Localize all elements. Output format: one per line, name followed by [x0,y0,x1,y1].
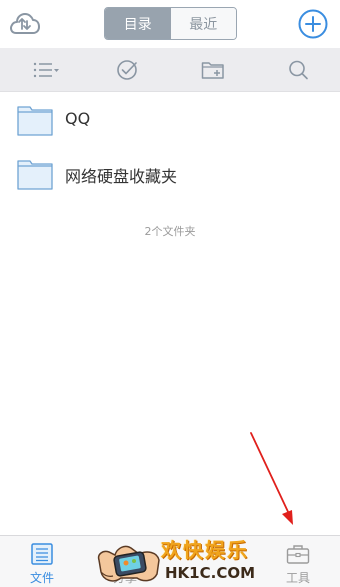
watermark-url: HK1C.COM [165,564,256,582]
tab-files[interactable]: 文件 [8,536,76,587]
search-icon [289,60,308,80]
watermark-brand: 欢快娱乐 [161,538,249,562]
check-circle-icon [117,60,137,80]
plus-circle-icon [298,9,328,39]
segment-directory[interactable]: 目录 [105,8,171,39]
new-folder-icon [201,62,224,79]
tab-tools[interactable]: 工具 [264,536,332,587]
list-item[interactable]: QQ [0,93,340,147]
tab-label: 工具 [285,571,310,585]
view-segment-control: 目录 最近 [104,7,237,40]
file-name: 网络硬盘收藏夹 [65,167,178,186]
toolbar [0,48,340,92]
folder-icon [17,160,53,190]
sort-menu-button[interactable] [32,59,59,81]
list-item[interactable]: 网络硬盘收藏夹 [0,147,340,201]
new-folder-button[interactable] [201,59,225,81]
sync-button[interactable] [8,9,40,39]
add-button[interactable] [298,9,328,39]
gamepad-hand-icon [97,545,160,582]
annotation-arrow-icon [250,432,293,525]
watermark: 欢快娱乐 HK1C.COM [95,528,270,587]
select-button[interactable] [116,59,140,81]
cloud-sync-icon [10,13,40,34]
tab-label: 文件 [29,571,54,585]
segment-recent[interactable]: 最近 [170,8,236,39]
list-sort-icon [33,62,59,78]
toolbox-icon [286,545,310,564]
folder-count-label: 2个文件夹 [144,225,196,238]
search-button[interactable] [287,59,311,81]
document-list-icon [31,543,53,565]
header-bar: 目录 最近 [0,0,340,48]
folder-icon [17,106,53,136]
file-name: QQ [65,109,91,128]
